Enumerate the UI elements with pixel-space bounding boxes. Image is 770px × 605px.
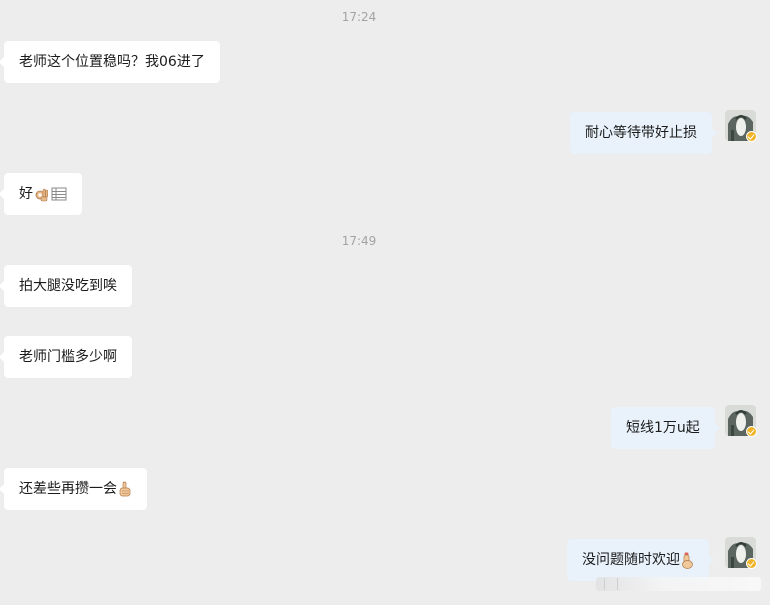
- message-text: 好: [19, 186, 33, 202]
- message-bubble-incoming[interactable]: 还差些再攒一会: [0, 468, 147, 510]
- message-bubble-incoming[interactable]: 老师这个位置稳吗？我06进了: [0, 41, 220, 83]
- table-grid-emoji-icon: [51, 187, 67, 201]
- message-text: 耐心等待带好止损: [585, 125, 697, 141]
- message-text: 拍大腿没吃到唉: [19, 278, 117, 294]
- message-bubble-incoming[interactable]: 拍大腿没吃到唉: [0, 265, 132, 307]
- message-bubble-incoming[interactable]: 老师门槛多少啊: [0, 336, 132, 378]
- raised-hand-emoji-icon: [681, 552, 694, 569]
- avatar[interactable]: [725, 537, 757, 569]
- avatar[interactable]: [725, 110, 757, 142]
- message-text: 短线1万u起: [626, 420, 700, 436]
- message-text: 老师这个位置稳吗？我06进了: [19, 54, 205, 70]
- ok-hand-emoji-icon: [34, 186, 50, 202]
- message-text: 老师门槛多少啊: [19, 349, 117, 365]
- avatar[interactable]: [725, 405, 757, 437]
- message-text: 没问题随时欢迎: [582, 552, 680, 568]
- verified-badge-icon: [746, 426, 757, 437]
- timestamp: 17:49: [341, 234, 377, 248]
- scrollbar-grip-icon[interactable]: [604, 578, 618, 590]
- verified-badge-icon: [746, 558, 757, 569]
- message-bubble-outgoing[interactable]: 短线1万u起: [611, 407, 720, 449]
- horizontal-scrollbar[interactable]: [596, 577, 761, 591]
- message-bubble-outgoing[interactable]: 耐心等待带好止损: [570, 112, 717, 154]
- chat-window: 17:24 老师这个位置稳吗？我06进了 耐心等待带好止损 好 17:49 拍大…: [0, 0, 770, 605]
- message-text: 还差些再攒一会: [19, 481, 117, 497]
- thumbs-up-emoji-icon: [118, 481, 132, 497]
- verified-badge-icon: [746, 131, 757, 142]
- timestamp: 17:24: [341, 10, 377, 24]
- message-bubble-incoming[interactable]: 好: [0, 173, 82, 215]
- message-bubble-outgoing[interactable]: 没问题随时欢迎: [567, 539, 714, 581]
